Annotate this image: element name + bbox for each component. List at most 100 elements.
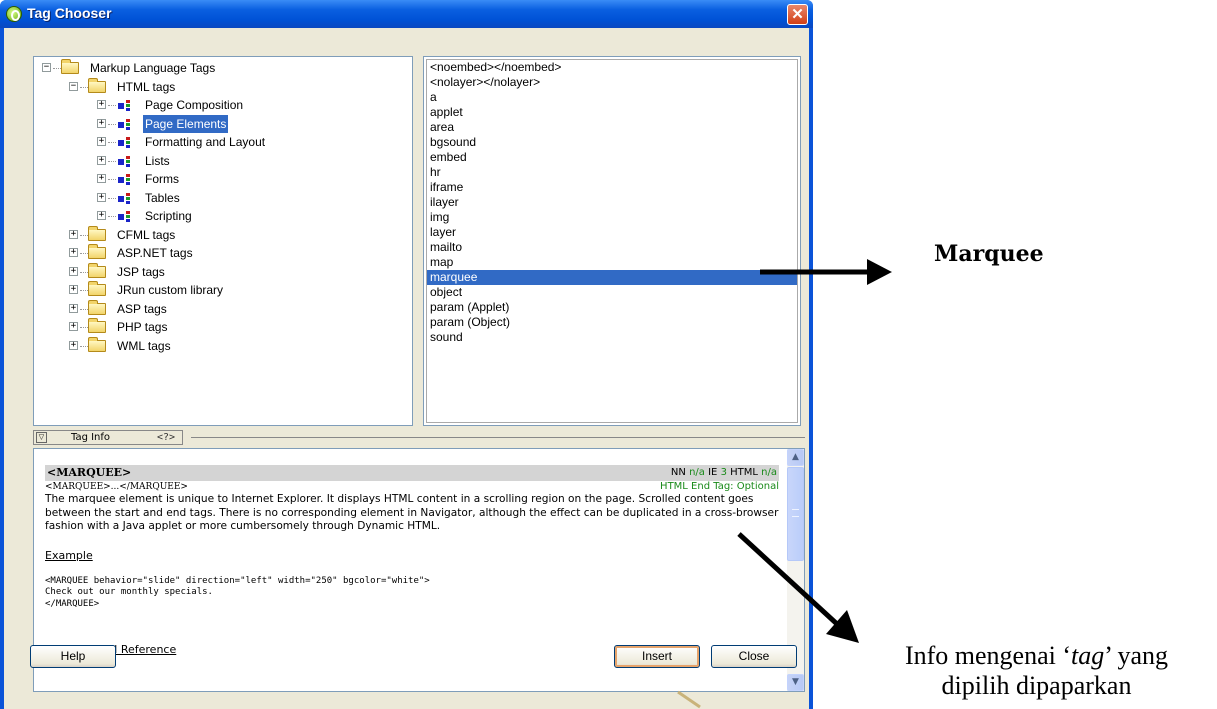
expander-icon[interactable]: + (69, 322, 78, 331)
tree-connector (80, 327, 88, 328)
tag-list-item[interactable]: applet (427, 105, 797, 120)
tag-list-item[interactable]: img (427, 210, 797, 225)
expander-icon[interactable]: + (69, 229, 78, 239)
compat-html-value: n/a (761, 467, 777, 478)
tree-node-label: Page Composition (145, 98, 244, 112)
tree-node[interactable]: + PHP tags (34, 318, 412, 336)
expander-icon[interactable]: + (97, 211, 106, 220)
tree-node-label: Formatting and Layout (145, 135, 266, 149)
tree-connector (108, 197, 116, 199)
expander-icon[interactable]: + (97, 192, 106, 202)
expander-icon[interactable]: + (69, 303, 78, 313)
tree-node[interactable]: + Lists (34, 152, 412, 170)
tree-connector (53, 68, 61, 69)
tag-info-bar: ▽ Tag Info <?> (33, 430, 805, 446)
compat-ie-label: IE (708, 467, 718, 478)
tree-node[interactable]: + Forms (34, 170, 412, 188)
app-logo-icon (6, 6, 22, 22)
tree-node[interactable]: + ASP.NET tags (34, 244, 412, 262)
tree-node[interactable]: − HTML tags (34, 77, 412, 96)
help-button[interactable]: Help (30, 645, 116, 668)
mouse-cursor-icon (677, 690, 701, 709)
expander-icon[interactable]: + (97, 155, 106, 165)
tag-list-item[interactable]: marquee (427, 270, 797, 285)
expander-icon[interactable]: + (69, 285, 78, 294)
close-window-button[interactable]: ✕ (787, 4, 808, 25)
expander-icon[interactable]: + (97, 118, 106, 128)
tree-node[interactable]: + Scripting (34, 207, 412, 225)
tag-syntax-row: <MARQUEE>...</MARQUEE> HTML End Tag: Opt… (45, 481, 779, 493)
tag-list-item[interactable]: <noembed></noembed> (427, 60, 797, 75)
tag-list-item[interactable]: map (427, 255, 797, 270)
tag-category-tree[interactable]: − Markup Language Tags − HTML tags + Page Com… (33, 56, 413, 426)
tag-list[interactable]: <noembed></noembed> <nolayer></nolayer> a a… (423, 56, 801, 426)
tree-connector (80, 253, 88, 254)
tree-node-label: WML tags (117, 338, 171, 353)
tag-heading: <MARQUEE> (47, 466, 132, 479)
expander-icon[interactable]: − (42, 63, 51, 72)
tag-list-item[interactable]: param (Applet) (427, 300, 797, 315)
tag-list-item[interactable]: <nolayer></nolayer> (427, 75, 797, 90)
tag-list-item[interactable]: layer (427, 225, 797, 240)
tree-node[interactable]: + JRun custom library (34, 281, 412, 299)
tree-node[interactable]: + CFML tags (34, 225, 412, 244)
example-code: <MARQUEE behavior="slide" direction="lef… (45, 575, 430, 609)
tree-connector (80, 86, 88, 88)
tag-syntax: <MARQUEE>...</MARQUEE> (45, 482, 188, 492)
tree-node[interactable]: + ASP tags (34, 299, 412, 318)
tree-node[interactable]: + Tables (34, 189, 412, 207)
tag-list-item[interactable]: param (Object) (427, 315, 797, 330)
tag-list-item[interactable]: a (427, 90, 797, 105)
tag-list-item[interactable]: hr (427, 165, 797, 180)
tag-list-item[interactable]: sound (427, 330, 797, 345)
expander-icon[interactable]: − (69, 81, 78, 91)
tag-list-item[interactable]: bgsound (427, 135, 797, 150)
browser-compatibility: NN n/a IE 3 HTML n/a (671, 465, 777, 481)
tag-description: The marquee element is unique to Interne… (45, 493, 779, 533)
compat-nn-label: NN (670, 467, 686, 478)
tag-list-item[interactable]: object (427, 285, 797, 300)
tag-category-icon (118, 118, 134, 130)
collapse-icon[interactable]: ▽ (36, 432, 47, 443)
tree-node[interactable]: + Page Elements (34, 114, 412, 133)
tag-category-icon (118, 137, 134, 148)
close-button[interactable]: Close (711, 645, 797, 668)
example-link[interactable]: Example (45, 549, 93, 562)
arrow-to-marquee-label (760, 259, 892, 285)
folder-icon (88, 281, 106, 296)
info-line2: dipilih dipaparkan (941, 671, 1132, 700)
folder-icon (88, 225, 106, 241)
end-tag-note: HTML End Tag: Optional (660, 481, 779, 492)
expander-icon[interactable]: + (69, 340, 78, 350)
tag-list-item[interactable]: embed (427, 150, 797, 165)
info-line1-end: ’ yang (1104, 641, 1169, 670)
tag-category-icon (118, 174, 134, 185)
tree-node[interactable]: − Markup Language Tags (34, 59, 412, 77)
marquee-annotation: Marquee (934, 241, 1044, 267)
expander-icon[interactable]: + (97, 174, 106, 183)
tree-node-label: Lists (145, 153, 170, 168)
tree-node[interactable]: + Formatting and Layout (34, 133, 412, 151)
tree-node[interactable]: + Page Composition (34, 96, 412, 114)
tag-list-item[interactable]: ilayer (427, 195, 797, 210)
scroll-down-icon[interactable]: ▼ (787, 674, 804, 691)
insert-button[interactable]: Insert (614, 645, 700, 668)
expander-icon[interactable]: + (97, 137, 106, 146)
tree-node[interactable]: + JSP tags (34, 262, 412, 281)
tag-list-item[interactable]: area (427, 120, 797, 135)
tag-category-icon (118, 211, 134, 222)
tag-list-item[interactable]: iframe (427, 180, 797, 195)
tag-info-tab[interactable]: ▽ Tag Info <?> (33, 430, 183, 445)
expander-icon[interactable]: + (97, 100, 106, 109)
tree-connector (108, 105, 116, 106)
tree-connector (108, 179, 116, 180)
tree-node-label: JRun custom library (117, 283, 224, 297)
tree-connector (108, 142, 116, 143)
tag-category-icon (118, 155, 134, 167)
title-bar[interactable]: Tag Chooser ✕ (0, 0, 813, 28)
tree-node[interactable]: + WML tags (34, 336, 412, 355)
expander-icon[interactable]: + (69, 266, 78, 276)
scroll-up-icon[interactable]: ▲ (787, 449, 804, 466)
tag-list-item[interactable]: mailto (427, 240, 797, 255)
expander-icon[interactable]: + (69, 248, 78, 257)
